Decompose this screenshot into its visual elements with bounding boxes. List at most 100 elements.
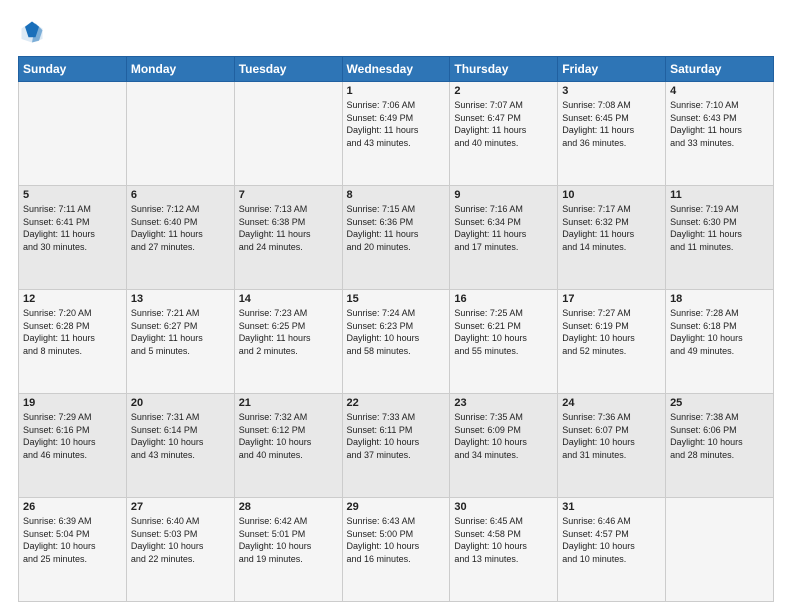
- header: [18, 18, 774, 46]
- day-info: Sunrise: 6:46 AM Sunset: 4:57 PM Dayligh…: [562, 515, 661, 565]
- day-number: 24: [562, 397, 661, 409]
- day-number: 1: [347, 85, 446, 97]
- logo-icon: [18, 18, 46, 46]
- day-cell: [19, 82, 127, 186]
- day-info: Sunrise: 7:28 AM Sunset: 6:18 PM Dayligh…: [670, 307, 769, 357]
- day-info: Sunrise: 6:45 AM Sunset: 4:58 PM Dayligh…: [454, 515, 553, 565]
- day-cell: 18 Sunrise: 7:28 AM Sunset: 6:18 PM Dayli…: [666, 290, 774, 394]
- day-cell: 11 Sunrise: 7:19 AM Sunset: 6:30 PM Dayli…: [666, 186, 774, 290]
- day-info: Sunrise: 7:36 AM Sunset: 6:07 PM Dayligh…: [562, 411, 661, 461]
- page: SundayMondayTuesdayWednesdayThursdayFrid…: [0, 0, 792, 612]
- day-cell: [666, 498, 774, 602]
- day-cell: 24 Sunrise: 7:36 AM Sunset: 6:07 PM Dayli…: [558, 394, 666, 498]
- day-info: Sunrise: 7:25 AM Sunset: 6:21 PM Dayligh…: [454, 307, 553, 357]
- day-number: 6: [131, 189, 230, 201]
- day-number: 7: [239, 189, 338, 201]
- day-number: 18: [670, 293, 769, 305]
- logo: [18, 18, 50, 46]
- day-number: 14: [239, 293, 338, 305]
- day-cell: 8Sunrise: 7:15 AM Sunset: 6:36 PM Daylig…: [342, 186, 450, 290]
- day-cell: 4Sunrise: 7:10 AM Sunset: 6:43 PM Daylig…: [666, 82, 774, 186]
- day-number: 3: [562, 85, 661, 97]
- day-cell: 13 Sunrise: 7:21 AM Sunset: 6:27 PM Dayli…: [126, 290, 234, 394]
- day-number: 21: [239, 397, 338, 409]
- day-number: 15: [347, 293, 446, 305]
- day-info: Sunrise: 7:21 AM Sunset: 6:27 PM Dayligh…: [131, 307, 230, 357]
- day-cell: 12Sunrise: 7:20 AM Sunset: 6:28 PM Dayli…: [19, 290, 127, 394]
- day-header-saturday: Saturday: [666, 57, 774, 82]
- day-cell: 17 Sunrise: 7:27 AM Sunset: 6:19 PM Dayli…: [558, 290, 666, 394]
- day-number: 25: [670, 397, 769, 409]
- day-number: 4: [670, 85, 769, 97]
- week-row-5: 26 Sunrise: 6:39 AM Sunset: 5:04 PM Dayli…: [19, 498, 774, 602]
- day-number: 20: [131, 397, 230, 409]
- day-number: 2: [454, 85, 553, 97]
- day-cell: 16 Sunrise: 7:25 AM Sunset: 6:21 PM Dayli…: [450, 290, 558, 394]
- day-info: Sunrise: 7:11 AM Sunset: 6:41 PM Dayligh…: [23, 203, 122, 253]
- day-info: Sunrise: 7:19 AM Sunset: 6:30 PM Dayligh…: [670, 203, 769, 253]
- day-cell: 2 Sunrise: 7:07 AM Sunset: 6:47 PM Daylig…: [450, 82, 558, 186]
- day-number: 27: [131, 501, 230, 513]
- day-cell: 25 Sunrise: 7:38 AM Sunset: 6:06 PM Dayli…: [666, 394, 774, 498]
- day-header-monday: Monday: [126, 57, 234, 82]
- day-header-sunday: Sunday: [19, 57, 127, 82]
- day-info: Sunrise: 7:23 AM Sunset: 6:25 PM Dayligh…: [239, 307, 338, 357]
- day-info: Sunrise: 6:40 AM Sunset: 5:03 PM Dayligh…: [131, 515, 230, 565]
- day-cell: 28Sunrise: 6:42 AM Sunset: 5:01 PM Dayli…: [234, 498, 342, 602]
- day-header-friday: Friday: [558, 57, 666, 82]
- day-number: 11: [670, 189, 769, 201]
- day-cell: [234, 82, 342, 186]
- day-info: Sunrise: 7:16 AM Sunset: 6:34 PM Dayligh…: [454, 203, 553, 253]
- day-cell: 19Sunrise: 7:29 AM Sunset: 6:16 PM Dayli…: [19, 394, 127, 498]
- day-info: Sunrise: 7:27 AM Sunset: 6:19 PM Dayligh…: [562, 307, 661, 357]
- day-cell: [126, 82, 234, 186]
- day-cell: 29Sunrise: 6:43 AM Sunset: 5:00 PM Dayli…: [342, 498, 450, 602]
- header-row: SundayMondayTuesdayWednesdayThursdayFrid…: [19, 57, 774, 82]
- day-cell: 6 Sunrise: 7:12 AM Sunset: 6:40 PM Daylig…: [126, 186, 234, 290]
- day-cell: 3 Sunrise: 7:08 AM Sunset: 6:45 PM Daylig…: [558, 82, 666, 186]
- day-number: 29: [347, 501, 446, 513]
- day-info: Sunrise: 7:08 AM Sunset: 6:45 PM Dayligh…: [562, 99, 661, 149]
- week-row-1: 1 Sunrise: 7:06 AM Sunset: 6:49 PM Daylig…: [19, 82, 774, 186]
- day-info: Sunrise: 7:07 AM Sunset: 6:47 PM Dayligh…: [454, 99, 553, 149]
- week-row-3: 12Sunrise: 7:20 AM Sunset: 6:28 PM Dayli…: [19, 290, 774, 394]
- day-cell: 7 Sunrise: 7:13 AM Sunset: 6:38 PM Daylig…: [234, 186, 342, 290]
- day-number: 16: [454, 293, 553, 305]
- day-info: Sunrise: 7:24 AM Sunset: 6:23 PM Dayligh…: [347, 307, 446, 357]
- day-number: 13: [131, 293, 230, 305]
- day-cell: 22Sunrise: 7:33 AM Sunset: 6:11 PM Dayli…: [342, 394, 450, 498]
- day-number: 17: [562, 293, 661, 305]
- day-info: Sunrise: 7:32 AM Sunset: 6:12 PM Dayligh…: [239, 411, 338, 461]
- day-number: 10: [562, 189, 661, 201]
- day-header-tuesday: Tuesday: [234, 57, 342, 82]
- day-cell: 5 Sunrise: 7:11 AM Sunset: 6:41 PM Daylig…: [19, 186, 127, 290]
- week-row-4: 19Sunrise: 7:29 AM Sunset: 6:16 PM Dayli…: [19, 394, 774, 498]
- day-info: Sunrise: 7:17 AM Sunset: 6:32 PM Dayligh…: [562, 203, 661, 253]
- day-cell: 1 Sunrise: 7:06 AM Sunset: 6:49 PM Daylig…: [342, 82, 450, 186]
- day-cell: 30 Sunrise: 6:45 AM Sunset: 4:58 PM Dayli…: [450, 498, 558, 602]
- day-cell: 20 Sunrise: 7:31 AM Sunset: 6:14 PM Dayli…: [126, 394, 234, 498]
- day-info: Sunrise: 7:06 AM Sunset: 6:49 PM Dayligh…: [347, 99, 446, 149]
- day-header-thursday: Thursday: [450, 57, 558, 82]
- day-info: Sunrise: 7:38 AM Sunset: 6:06 PM Dayligh…: [670, 411, 769, 461]
- day-info: Sunrise: 7:12 AM Sunset: 6:40 PM Dayligh…: [131, 203, 230, 253]
- day-number: 19: [23, 397, 122, 409]
- day-cell: 10 Sunrise: 7:17 AM Sunset: 6:32 PM Dayli…: [558, 186, 666, 290]
- day-info: Sunrise: 6:39 AM Sunset: 5:04 PM Dayligh…: [23, 515, 122, 565]
- day-number: 5: [23, 189, 122, 201]
- day-number: 31: [562, 501, 661, 513]
- day-number: 30: [454, 501, 553, 513]
- day-info: Sunrise: 7:13 AM Sunset: 6:38 PM Dayligh…: [239, 203, 338, 253]
- day-cell: 15 Sunrise: 7:24 AM Sunset: 6:23 PM Dayli…: [342, 290, 450, 394]
- day-number: 23: [454, 397, 553, 409]
- day-info: Sunrise: 7:31 AM Sunset: 6:14 PM Dayligh…: [131, 411, 230, 461]
- week-row-2: 5 Sunrise: 7:11 AM Sunset: 6:41 PM Daylig…: [19, 186, 774, 290]
- day-info: Sunrise: 7:35 AM Sunset: 6:09 PM Dayligh…: [454, 411, 553, 461]
- day-info: Sunrise: 7:33 AM Sunset: 6:11 PM Dayligh…: [347, 411, 446, 461]
- day-cell: 31 Sunrise: 6:46 AM Sunset: 4:57 PM Dayli…: [558, 498, 666, 602]
- day-number: 26: [23, 501, 122, 513]
- day-cell: 21 Sunrise: 7:32 AM Sunset: 6:12 PM Dayli…: [234, 394, 342, 498]
- day-cell: 27 Sunrise: 6:40 AM Sunset: 5:03 PM Dayli…: [126, 498, 234, 602]
- day-number: 28: [239, 501, 338, 513]
- day-number: 8: [347, 189, 446, 201]
